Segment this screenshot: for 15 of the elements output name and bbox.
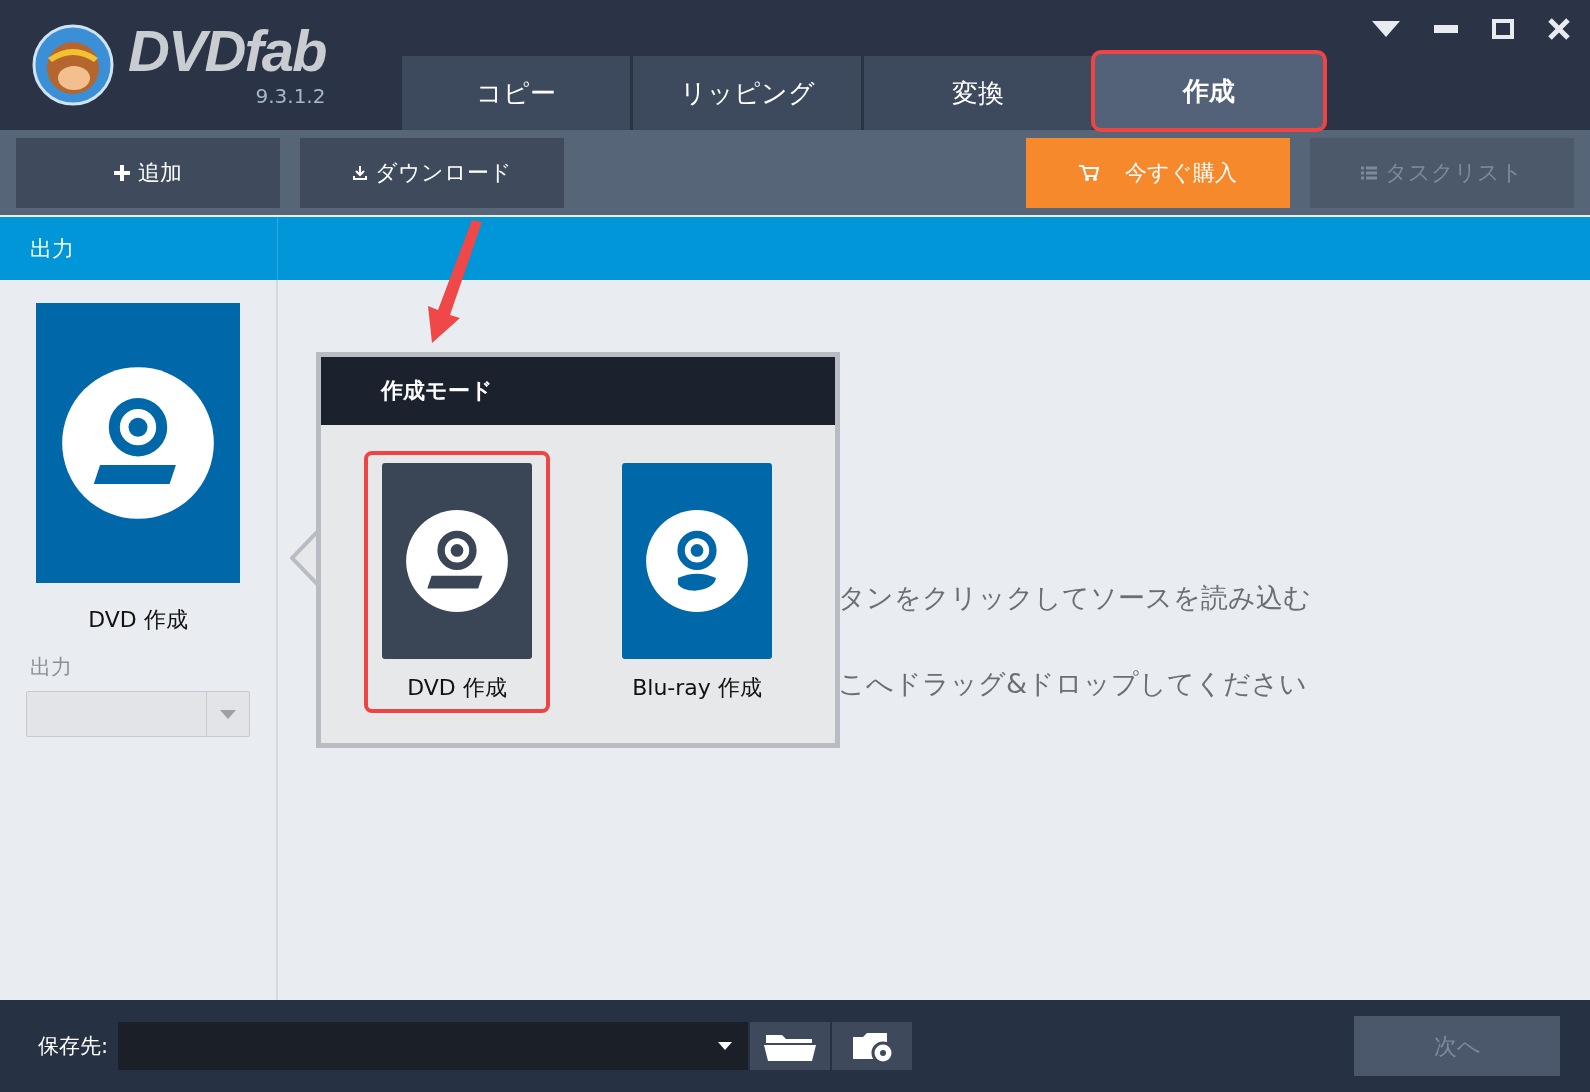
mode-tab[interactable]: 変換 [864,56,1092,130]
download-button[interactable]: ダウンロード [300,137,564,208]
mode-label: DVD 作成 [88,606,188,634]
version-text: 9.3.1.2 [255,84,326,108]
hint-text: タンをクリックしてソースを読み込む [838,581,1312,615]
mode-tab[interactable]: コピー [402,56,630,130]
popup-title: 作成モード [381,377,493,405]
mode-tab[interactable]: リッピング [633,56,861,130]
save-to-label: 保存先: [38,1033,109,1060]
hint-text: こへドラッグ&ドロップしてください [838,667,1309,701]
app-logo: DVDfab [128,22,326,80]
panel-header: 出力 [30,234,74,263]
create-mode-option[interactable]: DVD 作成 [364,451,550,713]
add-button[interactable]: 追加 [16,137,280,208]
output-label: 出力 [30,654,72,681]
